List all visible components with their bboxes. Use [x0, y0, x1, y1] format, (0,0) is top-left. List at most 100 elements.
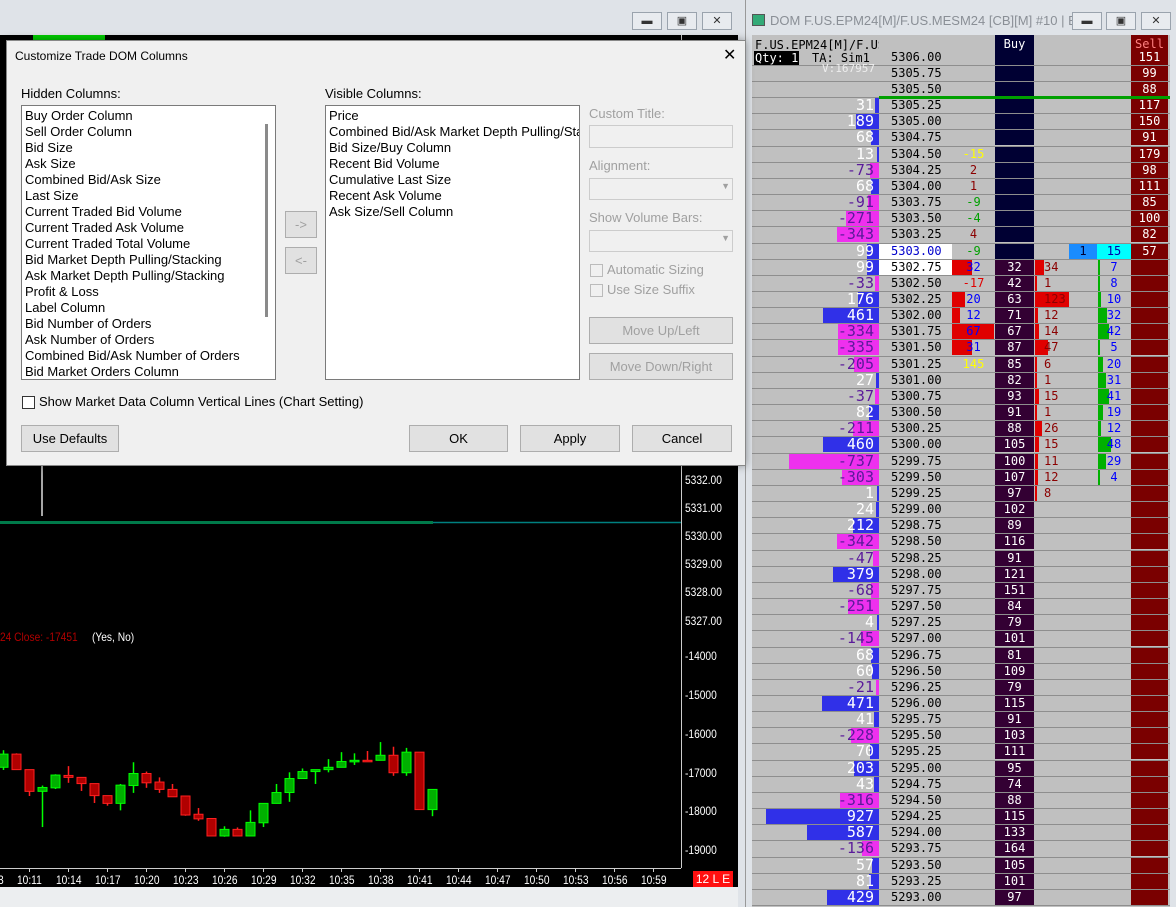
price-cell[interactable]: 5302.50 — [879, 276, 952, 291]
buy-cell[interactable]: 95 — [995, 760, 1034, 776]
price-cell[interactable]: 5298.75 — [879, 518, 952, 533]
dom-row[interactable]: -303 5299.50 107 12 4 — [752, 469, 1170, 486]
price-cell[interactable]: 5293.00 — [879, 890, 952, 905]
price-cell[interactable]: 5294.00 — [879, 825, 952, 840]
dom-row[interactable]: -33 5302.50 -17 42 1 8 — [752, 275, 1170, 292]
show-lines-checkbox[interactable] — [22, 396, 35, 409]
buy-header[interactable]: Buy — [995, 35, 1034, 51]
dom-row[interactable]: 587 5294.00 133 — [752, 825, 1170, 842]
price-cell[interactable]: 5293.75 — [879, 841, 952, 856]
sell-cell[interactable] — [1131, 825, 1168, 841]
dom-row[interactable]: 68 5296.75 81 — [752, 647, 1170, 664]
buy-cell[interactable] — [995, 146, 1034, 162]
hidden-column-item[interactable]: Current Traded Total Volume — [22, 236, 275, 252]
dom-row[interactable]: 81 5293.25 101 — [752, 873, 1170, 890]
price-cell[interactable]: 5302.25 — [879, 292, 952, 307]
visible-column-item[interactable]: Recent Ask Volume — [326, 188, 579, 204]
hidden-columns-list[interactable]: Buy Order Column Sell Order Column Bid Siz… — [21, 105, 276, 380]
sell-cell[interactable]: 91 — [1131, 130, 1168, 146]
dom-row[interactable]: 5305.75 99 — [752, 65, 1170, 82]
dom-row[interactable]: -145 5297.00 101 — [752, 631, 1170, 648]
hidden-column-item[interactable]: Sell Order Column — [22, 124, 275, 140]
sell-cell[interactable] — [1131, 388, 1168, 404]
visible-column-item[interactable]: Ask Size/Sell Column — [326, 204, 579, 220]
buy-cell[interactable] — [995, 130, 1034, 146]
price-cell[interactable]: 5299.75 — [879, 454, 952, 469]
dom-row[interactable]: -343 5303.25 4 82 — [752, 227, 1170, 244]
cancel-button[interactable]: Cancel — [632, 425, 732, 452]
price-cell[interactable]: 5300.25 — [879, 421, 952, 436]
dom-row[interactable]: -335 5301.50 31 87 47 5 — [752, 340, 1170, 357]
dom-row[interactable]: 68 5304.75 91 — [752, 130, 1170, 147]
dom-row[interactable]: 13 5304.50 -15 179 — [752, 146, 1170, 163]
sell-cell[interactable] — [1131, 372, 1168, 388]
sell-cell[interactable] — [1131, 776, 1168, 792]
price-cell[interactable]: 5293.25 — [879, 874, 952, 889]
buy-cell[interactable]: 133 — [995, 825, 1034, 841]
price-cell[interactable]: 5301.25 — [879, 357, 952, 372]
buy-cell[interactable]: 97 — [995, 485, 1034, 501]
buy-cell[interactable] — [995, 162, 1034, 178]
dom-row[interactable]: 24 5299.00 102 — [752, 502, 1170, 519]
ok-button[interactable]: OK — [409, 425, 508, 452]
sell-cell[interactable] — [1131, 275, 1168, 291]
dom-row[interactable]: 31 5305.25 117 — [752, 98, 1170, 115]
price-cell[interactable]: 5300.50 — [879, 405, 952, 420]
maximize-icon[interactable]: ▣ — [1106, 12, 1136, 30]
sell-cell[interactable]: 151 — [1131, 49, 1168, 65]
buy-cell[interactable]: 81 — [995, 647, 1034, 663]
price-cell[interactable]: 5294.50 — [879, 793, 952, 808]
price-cell[interactable]: 5301.00 — [879, 373, 952, 388]
trade-mode-badge[interactable]: 12 L E — [693, 871, 733, 888]
buy-cell[interactable]: 84 — [995, 599, 1034, 615]
price-cell[interactable]: 5305.75 — [879, 66, 952, 81]
price-cell[interactable]: 5296.25 — [879, 680, 952, 695]
buy-cell[interactable] — [995, 81, 1034, 97]
dom-row[interactable]: 379 5298.00 121 — [752, 566, 1170, 583]
sell-cell[interactable] — [1131, 292, 1168, 307]
sell-cell[interactable] — [1131, 340, 1168, 356]
sell-cell[interactable] — [1131, 356, 1168, 372]
sell-cell[interactable] — [1131, 308, 1168, 324]
sell-cell[interactable] — [1131, 792, 1168, 808]
sell-cell[interactable] — [1131, 744, 1168, 760]
buy-cell[interactable] — [995, 49, 1034, 65]
buy-cell[interactable]: 32 — [995, 259, 1034, 275]
sell-cell[interactable] — [1131, 663, 1168, 679]
sell-cell[interactable] — [1131, 631, 1168, 647]
buy-cell[interactable]: 89 — [995, 518, 1034, 534]
move-down-button[interactable]: Move Down/Right — [589, 353, 733, 380]
buy-cell[interactable]: 74 — [995, 776, 1034, 792]
buy-cell[interactable]: 151 — [995, 582, 1034, 598]
price-cell[interactable]: 5304.25 — [879, 163, 952, 178]
hidden-column-item[interactable]: Bid Number of Orders — [22, 316, 275, 332]
buy-cell[interactable] — [995, 227, 1034, 243]
dom-row[interactable]: 43 5294.75 74 — [752, 776, 1170, 793]
buy-cell[interactable]: 107 — [995, 469, 1034, 485]
sell-cell[interactable] — [1131, 712, 1168, 728]
dom-row[interactable]: 460 5300.00 105 15 48 — [752, 437, 1170, 454]
dom-row[interactable]: 176 5302.25 20 63 123 10 — [752, 292, 1170, 309]
dom-row[interactable]: 99 5303.00 -9 1 15 57 — [752, 243, 1170, 260]
sell-cell[interactable] — [1131, 453, 1168, 469]
price-cell[interactable]: 5305.00 — [879, 114, 952, 129]
sell-cell[interactable] — [1131, 405, 1168, 421]
buy-cell[interactable]: 91 — [995, 712, 1034, 728]
price-cell[interactable]: 5295.50 — [879, 728, 952, 743]
dom-row[interactable]: 429 5293.00 97 — [752, 889, 1170, 907]
sell-cell[interactable]: 57 — [1131, 243, 1168, 259]
hidden-column-item[interactable]: Bid Size — [22, 140, 275, 156]
price-cell[interactable]: 5306.00 — [879, 50, 952, 65]
dom-row[interactable]: -21 5296.25 79 — [752, 679, 1170, 696]
sell-cell[interactable]: 179 — [1131, 146, 1168, 162]
apply-button[interactable]: Apply — [520, 425, 620, 452]
sell-cell[interactable] — [1131, 324, 1168, 340]
quantity-field[interactable]: Qty: 1 — [754, 51, 799, 65]
buy-cell[interactable]: 116 — [995, 534, 1034, 550]
buy-cell[interactable]: 63 — [995, 292, 1034, 307]
dom-row[interactable]: -316 5294.50 88 — [752, 792, 1170, 810]
dom-row[interactable]: 99 5302.75 32 32 34 7 — [752, 259, 1170, 276]
dom-row[interactable]: 57 5293.50 105 — [752, 857, 1170, 874]
price-cell[interactable]: 5297.75 — [879, 583, 952, 598]
sell-cell[interactable] — [1131, 566, 1168, 582]
